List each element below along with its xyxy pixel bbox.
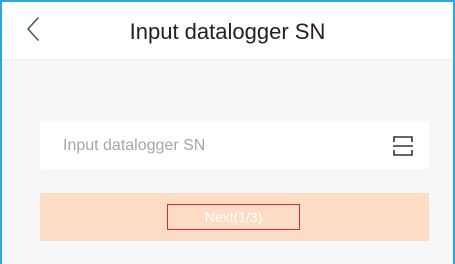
top-bar: Input datalogger SN (2, 2, 453, 60)
sn-input-row (40, 122, 429, 169)
scan-icon (391, 136, 415, 162)
app-screen: Input datalogger SN Next(1/3) (0, 0, 455, 264)
scan-button[interactable] (391, 134, 415, 158)
datalogger-sn-input[interactable] (40, 122, 380, 169)
next-button[interactable]: Next(1/3) (40, 193, 429, 241)
chevron-left-icon (26, 16, 40, 47)
back-button[interactable] (18, 16, 48, 46)
page-title: Input datalogger SN (129, 19, 326, 44)
next-button-label: Next(1/3) (167, 204, 300, 230)
